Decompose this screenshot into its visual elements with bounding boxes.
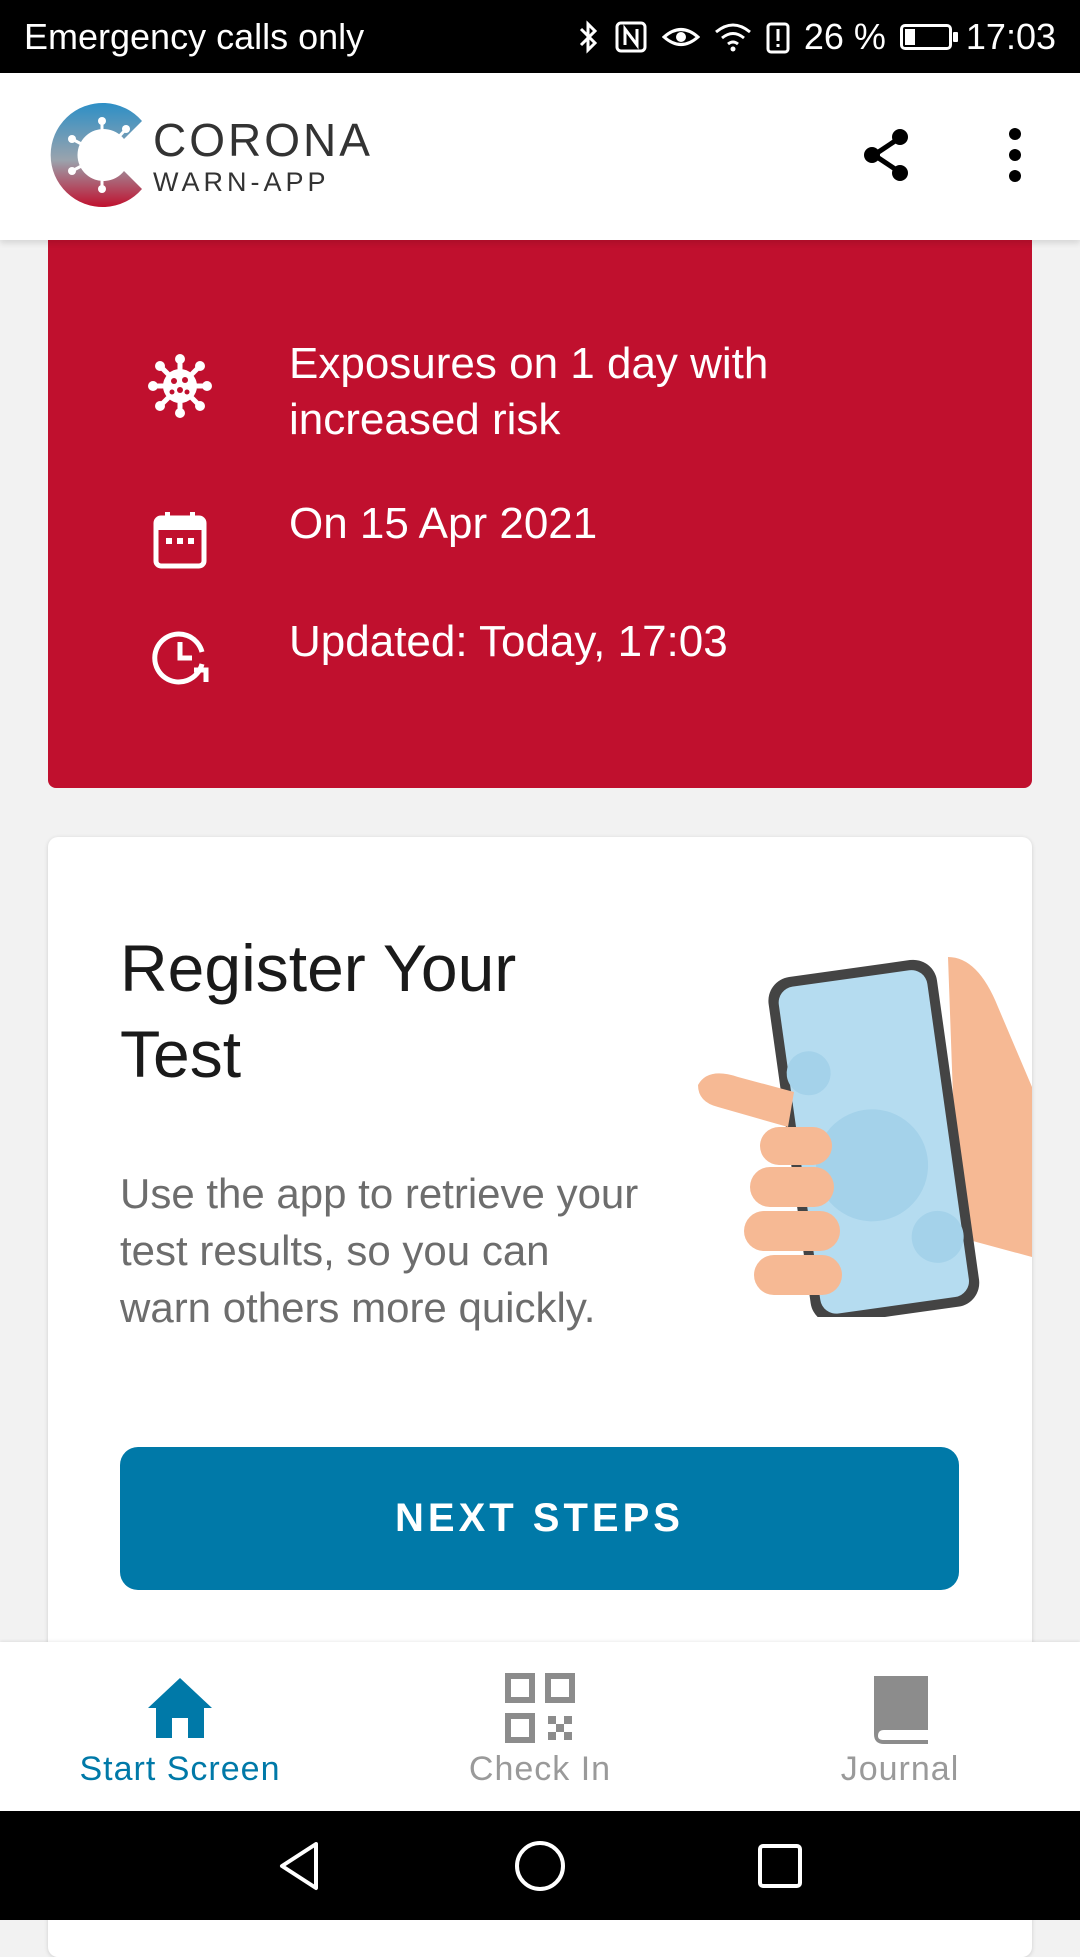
test-card-title: Register Your Test <box>120 931 517 1091</box>
back-icon[interactable] <box>272 1838 328 1894</box>
next-steps-button[interactable]: NEXT STEPS <box>120 1447 959 1590</box>
calendar-icon <box>153 512 207 569</box>
nav-check-in[interactable]: Check In <box>360 1642 720 1811</box>
risk-exposures-text: Exposures on 1 day with increased risk <box>289 339 769 444</box>
nav-journal-label: Journal <box>840 1750 960 1788</box>
more-options-button[interactable] <box>985 125 1045 185</box>
risk-card[interactable]: Exposures on 1 day with increased risk O… <box>48 240 1032 788</box>
carrier-text: Emergency calls only <box>24 15 365 57</box>
test-card-description: Use the app to retrieve your test result… <box>120 1170 639 1331</box>
risk-updated-text: Updated: Today, 17:03 <box>289 617 728 666</box>
nav-start-screen-label: Start Screen <box>79 1750 281 1788</box>
qr-code-icon <box>505 1673 575 1743</box>
share-icon <box>864 129 908 181</box>
status-icons: 26 % 17:03 <box>578 16 1056 58</box>
brand-subtitle: WARN-APP <box>153 167 330 197</box>
bluetooth-icon <box>578 19 600 54</box>
bottom-navigation: Start Screen Check In Journal <box>0 1642 1080 1811</box>
corona-warn-app-logo <box>50 103 142 207</box>
status-bar: Emergency calls only 26 % 17:03 <box>0 0 1080 73</box>
app-bar: CORONA WARN-APP <box>0 73 1080 240</box>
home-icon <box>148 1678 212 1738</box>
nav-check-in-label: Check In <box>468 1750 612 1788</box>
phone-in-hand-illustration <box>698 957 1032 1317</box>
nfc-icon <box>614 20 648 54</box>
nav-journal[interactable]: Journal <box>720 1642 1080 1811</box>
home-circle-icon[interactable] <box>512 1838 568 1894</box>
virus-icon <box>148 354 212 418</box>
risk-date-text: On 15 Apr 2021 <box>289 499 598 548</box>
battery-percent: 26 % <box>803 15 886 57</box>
battery-icon <box>899 23 958 50</box>
wifi-icon <box>714 22 752 52</box>
journal-book-icon <box>874 1676 928 1744</box>
more-vert-icon <box>1009 128 1021 182</box>
recents-icon[interactable] <box>752 1838 808 1894</box>
eye-icon <box>661 22 700 52</box>
battery-alert-icon <box>766 20 790 54</box>
system-navigation-bar <box>0 1811 1080 1920</box>
brand-name: CORONA <box>153 114 373 166</box>
nav-start-screen[interactable]: Start Screen <box>0 1642 360 1811</box>
clock-refresh-icon <box>152 631 209 685</box>
clock-time: 17:03 <box>965 15 1056 57</box>
share-button[interactable] <box>858 125 918 185</box>
